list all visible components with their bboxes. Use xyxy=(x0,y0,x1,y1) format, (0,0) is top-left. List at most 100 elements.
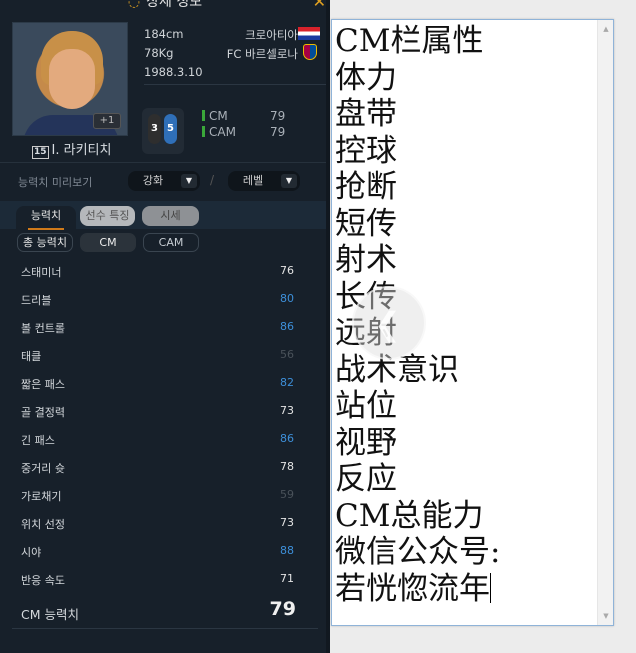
divider xyxy=(144,84,330,85)
back-arrow-icon: ❮ xyxy=(374,305,401,343)
stats-list: 스태미너 76 드리블 80 볼 컨트롤 86 태클 56 짧은 패스 82 골 결정력 73 긴 패스… xyxy=(0,257,330,593)
stat-value: 86 xyxy=(280,320,294,333)
tab-market-price[interactable]: 시세 xyxy=(142,206,199,226)
editor-line: 反应 xyxy=(335,461,595,498)
player-name-row: 15 I. 라키티치 xyxy=(32,139,111,159)
stat-value: 76 xyxy=(280,264,294,277)
stat-preview-label: 능력치 미리보기 xyxy=(18,176,93,189)
stat-name: 스태미너 xyxy=(21,266,62,279)
editor-line-text: 抢断 xyxy=(335,169,397,205)
editor-line-text: 射术 xyxy=(335,242,397,278)
stat-row: 스태미너 76 xyxy=(0,257,330,285)
editor-line-text: 反应 xyxy=(335,461,397,497)
speech-bubble-icon: ◌ xyxy=(127,0,141,10)
stat-name: 긴 패스 xyxy=(21,434,55,447)
editor-line: 体力 xyxy=(335,60,595,97)
stat-row: 반응 속도 71 xyxy=(0,565,330,593)
text-caret xyxy=(490,572,491,603)
editor-line-text: 控球 xyxy=(335,132,397,169)
chevron-down-icon[interactable]: ▼ xyxy=(181,174,197,188)
stat-row: 골 결정력 73 xyxy=(0,397,330,425)
player-birthdate: 1988.3.10 xyxy=(144,65,203,79)
stat-value: 56 xyxy=(280,348,294,361)
editor-line: 盘带 xyxy=(335,96,595,133)
position-bar xyxy=(202,110,205,121)
right-foot-icon: 5 xyxy=(164,114,177,144)
stat-value: 59 xyxy=(280,488,294,501)
editor-line-text: 体力 xyxy=(335,59,397,96)
player-portrait: +1 xyxy=(12,22,128,136)
stat-name: 골 결정력 xyxy=(21,406,65,419)
player-name: I. 라키티치 xyxy=(51,143,112,158)
enhance-dropdown[interactable]: 강화 ▼ xyxy=(128,171,200,191)
vertical-scrollbar[interactable]: ▲ ▼ xyxy=(597,20,613,625)
position-row: CAM 79 xyxy=(202,125,285,139)
close-button[interactable]: ✕ xyxy=(313,0,326,11)
stat-name: 볼 컨트롤 xyxy=(21,322,65,335)
stat-name: 짧은 패스 xyxy=(21,378,65,391)
tab-player-traits[interactable]: 선수 특징 xyxy=(80,206,135,226)
tab-stats[interactable]: 능력치 xyxy=(16,206,76,230)
editor-line-text: 短传 xyxy=(335,205,397,242)
panel-title-text: 상세 정보 xyxy=(146,0,203,10)
position-bar xyxy=(202,126,205,137)
editor-line: 若恍惚流年 xyxy=(335,571,595,608)
editor-line-text: 视野 xyxy=(335,424,397,461)
stat-value: 71 xyxy=(280,572,294,585)
editor-line: 微信公众号: xyxy=(335,534,595,571)
position-name: CM xyxy=(209,109,228,123)
divider xyxy=(12,628,318,629)
stat-name: 가로채기 xyxy=(21,490,62,503)
editor-line: 控球 xyxy=(335,133,595,170)
scroll-up-icon[interactable]: ▲ xyxy=(598,22,614,36)
enhance-badge: +1 xyxy=(93,113,121,129)
stat-value: 78 xyxy=(280,460,294,473)
filter-total-stats[interactable]: 총 능력치 xyxy=(17,233,73,252)
panel-edge xyxy=(326,0,330,653)
editor-line-text: 若恍惚流年 xyxy=(335,570,490,607)
stat-name: 중거리 슛 xyxy=(21,462,65,475)
watermark-overlay: ❮ xyxy=(352,286,426,360)
position-name: CAM xyxy=(209,125,236,139)
separator: / xyxy=(210,173,215,187)
left-foot-icon: 3 xyxy=(148,114,161,144)
position-rating: 79 xyxy=(270,125,286,139)
position-row: CM 79 xyxy=(202,109,285,123)
position-rating: 79 xyxy=(270,109,286,123)
editor-line: 抢断 xyxy=(335,169,595,206)
stat-value: 82 xyxy=(280,376,294,389)
stat-row: 중거리 슛 78 xyxy=(0,453,330,481)
scroll-down-icon[interactable]: ▼ xyxy=(598,609,614,623)
stat-value: 73 xyxy=(280,516,294,529)
level-dropdown-value: 레벨 xyxy=(242,174,264,187)
editor-line: CM总能力 xyxy=(335,498,595,535)
portrait-face xyxy=(49,49,95,109)
club-crest-icon xyxy=(303,44,317,60)
filter-cam[interactable]: CAM xyxy=(143,233,199,252)
enhance-dropdown-value: 강화 xyxy=(142,174,164,187)
stat-value: 86 xyxy=(280,432,294,445)
stat-value: 88 xyxy=(280,544,294,557)
editor-line-text: CM总能力 xyxy=(335,497,484,534)
level-dropdown[interactable]: 레벨 ▼ xyxy=(228,171,300,191)
editor-line: CM栏属性 xyxy=(335,23,595,60)
player-nation: 크로아티아 xyxy=(245,28,298,42)
overall-label: CM 능력치 xyxy=(21,607,79,622)
player-club: FC 바르셀로나 xyxy=(226,47,298,61)
overall-rating-row: CM 능력치 79 xyxy=(0,598,330,624)
filter-cm[interactable]: CM xyxy=(80,233,136,252)
stat-value: 80 xyxy=(280,292,294,305)
overall-value: 79 xyxy=(269,598,296,620)
shirt-number: 15 xyxy=(32,146,49,159)
stat-row: 긴 패스 86 xyxy=(0,425,330,453)
editor-line: 短传 xyxy=(335,206,595,243)
player-weight: 78Kg xyxy=(144,46,174,60)
stat-name: 위치 선정 xyxy=(21,518,65,531)
stat-name: 반응 속도 xyxy=(21,574,65,587)
chevron-down-icon[interactable]: ▼ xyxy=(281,174,297,188)
editor-line-text: CM栏属性 xyxy=(335,23,484,59)
croatia-flag-icon xyxy=(298,27,320,40)
stat-row: 가로채기 59 xyxy=(0,481,330,509)
stat-row: 위치 선정 73 xyxy=(0,509,330,537)
editor-line-text: 站位 xyxy=(335,388,397,424)
